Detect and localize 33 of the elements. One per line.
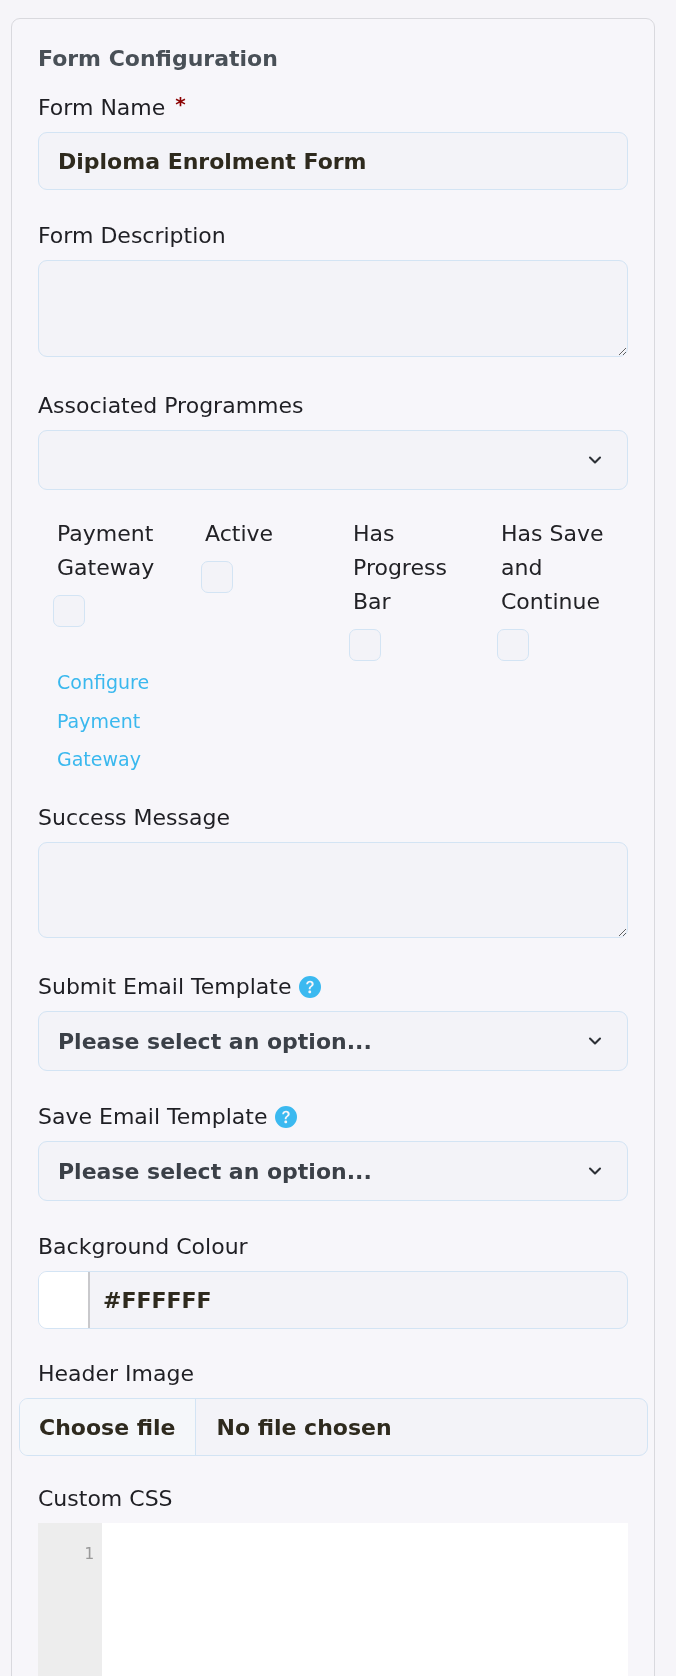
select-field[interactable] [38,430,628,490]
choose-file-button[interactable]: Choose file [20,1399,197,1455]
field-label: Form Name [38,94,166,122]
file-input[interactable]: Choose file No file chosen [19,1398,648,1456]
line-number: 1 [84,1543,94,1565]
field-label: Header Image [38,1360,194,1388]
checkbox[interactable] [497,629,529,661]
required-mark: * [175,94,186,114]
textarea-field[interactable] [38,842,628,938]
checkbox[interactable] [53,595,85,627]
checkbox[interactable] [201,561,233,593]
help-icon[interactable] [299,976,322,998]
color-input[interactable]: #FFFFFF [38,1271,628,1329]
textarea-field[interactable] [38,260,628,357]
checkbox[interactable] [349,629,381,661]
file-status: No file chosen [216,1414,392,1440]
checkbox-label: Has Progress Bar [352,520,448,616]
field-label: Success Message [38,804,230,832]
field-label: Custom CSS [38,1485,173,1513]
field-label: Associated Programmes [38,392,304,420]
checkbox-label: Has Save and Continue [500,520,605,616]
field-label: Form Description [38,222,226,250]
field-label: Submit Email Template [38,973,292,1001]
field-label: Background Colour [38,1233,248,1261]
select-field[interactable]: Please select an option... [38,1011,628,1071]
select-field[interactable]: Please select an option... [38,1141,628,1201]
panel-title: Form Configuration [38,45,279,73]
text-input[interactable]: Diploma Enrolment Form [38,132,628,190]
swatch-icon [39,1272,90,1328]
help-icon[interactable] [275,1106,298,1128]
checkbox-label: Payment Gateway [56,520,156,582]
checkbox-label: Active [204,520,275,548]
field-label: Save Email Template [38,1103,268,1131]
